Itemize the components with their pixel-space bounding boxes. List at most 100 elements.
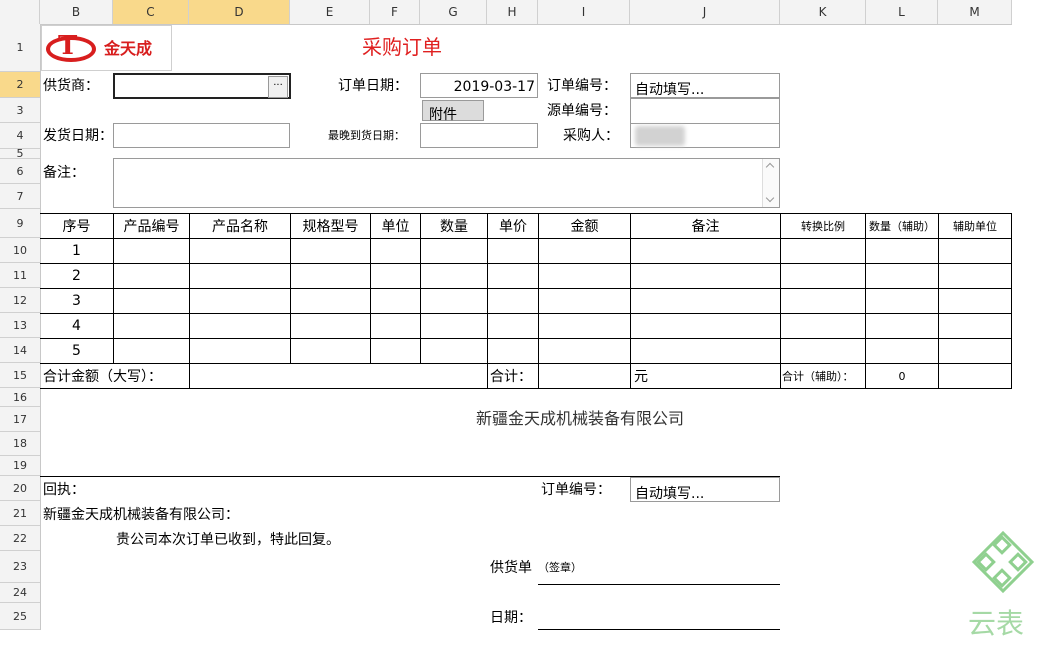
- currency-unit: 元: [634, 369, 648, 385]
- table-row-number: 1: [72, 243, 81, 259]
- table-header-remark: 备注: [691, 219, 720, 235]
- row-header-2[interactable]: 2: [0, 72, 40, 98]
- scroll-up-icon[interactable]: [765, 162, 775, 172]
- column-header-bar: B C D E F G H I J K L M: [0, 0, 1012, 25]
- row-header-12[interactable]: 12: [0, 288, 40, 313]
- row-header-22[interactable]: 22: [0, 526, 40, 551]
- row-header-9[interactable]: 9: [0, 209, 40, 238]
- receipt-date-label: 日期：: [490, 610, 532, 626]
- column-header-m[interactable]: M: [938, 0, 1012, 24]
- table-row-number: 5: [72, 343, 81, 359]
- row-header-18[interactable]: 18: [0, 432, 40, 456]
- table-header-spec: 规格型号: [302, 219, 359, 235]
- supplier-label: 供货商：: [43, 78, 99, 94]
- row-header-14[interactable]: 14: [0, 338, 40, 363]
- attachment-button-label: 附件: [429, 107, 457, 123]
- column-header-e[interactable]: E: [290, 0, 370, 24]
- total-amount-upper-label: 合计金额（大写）：: [43, 369, 162, 385]
- logo-mark-letter: T: [58, 31, 78, 61]
- table-header-product-code: 产品编号: [123, 219, 180, 235]
- table-header-aux-quantity: 数量（辅助）: [869, 220, 935, 233]
- watermark-logo-icon: [971, 530, 1035, 594]
- scroll-down-icon[interactable]: [765, 193, 775, 203]
- row-header-7[interactable]: 7: [0, 184, 40, 209]
- select-all-corner[interactable]: [0, 0, 40, 24]
- table-header-quantity: 数量: [440, 219, 468, 235]
- order-date-label: 订单日期：: [338, 78, 408, 94]
- table-row-number: 3: [72, 293, 81, 309]
- row-header-24[interactable]: 24: [0, 583, 40, 603]
- receipt-message: 贵公司本次订单已收到，特此回复。: [116, 532, 340, 548]
- table-header-amount: 金额: [570, 219, 599, 235]
- column-header-d[interactable]: D: [189, 0, 290, 24]
- company-name: 新疆金天成机械装备有限公司: [476, 409, 685, 428]
- row-header-16[interactable]: 16: [0, 388, 40, 407]
- receipt-order-no-label: 订单编号：: [541, 482, 611, 498]
- table-header-seq: 序号: [62, 219, 91, 235]
- table-header-conversion-ratio: 转换比例: [801, 220, 845, 233]
- aux-total-label: 合计（辅助）：: [782, 370, 854, 383]
- supplier-signature-label: 供货单: [490, 560, 532, 576]
- receipt-label: 回执：: [43, 482, 85, 498]
- watermark-text: 云表: [968, 607, 1025, 640]
- source-no-label: 源单编号：: [547, 103, 617, 119]
- column-header-g[interactable]: G: [420, 0, 487, 24]
- receipt-order-no-value: 自动填写...: [635, 486, 705, 502]
- row-header-23[interactable]: 23: [0, 551, 40, 583]
- order-date-value: 2019-03-17: [453, 79, 535, 95]
- order-date-field[interactable]: 2019-03-17: [420, 73, 538, 98]
- ellipsis-icon: ···: [273, 80, 283, 91]
- signature-line: [538, 584, 780, 585]
- remark-label: 备注：: [43, 165, 85, 181]
- source-no-field[interactable]: [630, 98, 780, 124]
- logo-text: 金天成: [104, 39, 153, 58]
- remark-textarea[interactable]: [113, 158, 780, 208]
- row-header-15[interactable]: 15: [0, 363, 40, 388]
- attachment-button[interactable]: 附件: [422, 100, 484, 123]
- order-no-field[interactable]: 自动填写...: [630, 73, 780, 98]
- ship-date-field[interactable]: [113, 123, 290, 148]
- table-header-aux-unit: 辅助单位: [953, 220, 997, 233]
- page-title: 采购订单: [362, 35, 442, 59]
- row-header-bar: 1 2 3 4 5 6 7 9 10 11 12 13 14 15 16 17 …: [0, 24, 41, 630]
- column-header-f[interactable]: F: [370, 0, 420, 24]
- row-header-13[interactable]: 13: [0, 313, 40, 338]
- receipt-order-no-field[interactable]: 自动填写...: [630, 477, 780, 502]
- table-row-number: 4: [72, 318, 81, 334]
- order-no-value: 自动填写...: [635, 82, 705, 98]
- column-header-l[interactable]: L: [866, 0, 938, 24]
- column-header-k[interactable]: K: [780, 0, 866, 24]
- row-header-6[interactable]: 6: [0, 159, 40, 184]
- ship-date-label: 发货日期：: [43, 128, 113, 144]
- row-header-4[interactable]: 4: [0, 123, 40, 149]
- buyer-value-blurred: [635, 126, 685, 146]
- column-header-c[interactable]: C: [113, 0, 189, 24]
- row-header-17[interactable]: 17: [0, 407, 40, 432]
- row-header-21[interactable]: 21: [0, 501, 40, 526]
- seal-label: （签章）: [538, 561, 582, 574]
- receipt-company-line: 新疆金天成机械装备有限公司：: [43, 507, 239, 523]
- date-line: [538, 629, 780, 630]
- row-header-1[interactable]: 1: [0, 24, 40, 72]
- table-header-product-name: 产品名称: [212, 219, 268, 235]
- latest-delivery-date-label: 最晚到货日期：: [328, 129, 405, 142]
- row-header-10[interactable]: 10: [0, 238, 40, 263]
- latest-delivery-date-field[interactable]: [420, 123, 538, 148]
- buyer-label: 采购人：: [563, 128, 619, 144]
- buyer-field[interactable]: [630, 123, 780, 148]
- table-row-number: 2: [72, 268, 81, 284]
- row-header-20[interactable]: 20: [0, 476, 40, 501]
- remark-scrollbar[interactable]: [762, 159, 779, 207]
- row-header-3[interactable]: 3: [0, 98, 40, 123]
- column-header-i[interactable]: I: [538, 0, 630, 24]
- column-header-b[interactable]: B: [40, 0, 113, 24]
- row-header-11[interactable]: 11: [0, 263, 40, 288]
- supplier-field[interactable]: ···: [113, 73, 291, 99]
- row-header-19[interactable]: 19: [0, 456, 40, 476]
- row-header-5[interactable]: 5: [0, 147, 40, 160]
- supplier-browse-button[interactable]: ···: [268, 76, 288, 98]
- column-header-j[interactable]: J: [630, 0, 780, 24]
- table-header-unit: 单位: [381, 219, 410, 235]
- row-header-25[interactable]: 25: [0, 603, 40, 630]
- column-header-h[interactable]: H: [487, 0, 538, 24]
